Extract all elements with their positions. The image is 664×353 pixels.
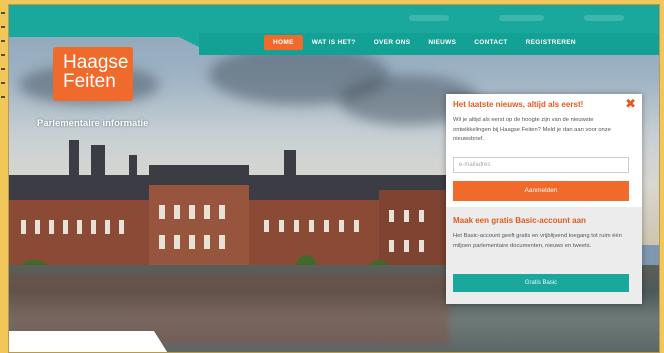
nav-item-over-ons[interactable]: OVER ONS: [365, 35, 420, 50]
newsletter-popup: Het laatste nieuws, altijd als eerst! ✖ …: [446, 94, 642, 304]
topbar-link[interactable]: [409, 15, 449, 21]
nav-item-nieuws[interactable]: NIEUWS: [419, 35, 465, 50]
free-basic-button[interactable]: Gratis Basic: [453, 274, 629, 292]
logo-line-1: Haagse: [63, 52, 129, 73]
topbar-link[interactable]: [584, 15, 624, 21]
email-field[interactable]: e-mailadres: [453, 157, 629, 173]
popup-description: Wil je altijd als eerst op de hoogte zij…: [453, 117, 611, 142]
site-logo[interactable]: Haagse Feiten: [53, 47, 133, 101]
site-tagline: Parlementaire informatie: [37, 118, 149, 129]
screenshot-frame: HOME WAT IS HET? OVER ONS NIEUWS CONTACT…: [8, 4, 660, 353]
main-nav: HOME WAT IS HET? OVER ONS NIEUWS CONTACT…: [264, 35, 585, 50]
nav-item-home[interactable]: HOME: [264, 35, 303, 50]
basic-account-section: Maak een gratis Basic-account aan Het Ba…: [446, 207, 642, 304]
nav-item-wat-is-het[interactable]: WAT IS HET?: [303, 35, 365, 50]
close-x-icon[interactable]: ✖: [625, 97, 636, 110]
topbar-link[interactable]: [499, 15, 544, 21]
popup-title: Het laatste nieuws, altijd als eerst!: [453, 100, 584, 109]
basic-account-description: Het Basic-account geeft gratis en vrijbl…: [453, 233, 622, 249]
page-margin-bullets: [0, 0, 8, 353]
content-tab: [9, 331, 169, 352]
nav-item-contact[interactable]: CONTACT: [465, 35, 516, 50]
basic-account-title: Maak een gratis Basic-account aan: [453, 216, 586, 225]
nav-item-registreren[interactable]: REGISTREREN: [517, 35, 585, 50]
logo-line-2: Feiten: [63, 71, 116, 92]
subscribe-button[interactable]: Aanmelden: [453, 181, 629, 201]
